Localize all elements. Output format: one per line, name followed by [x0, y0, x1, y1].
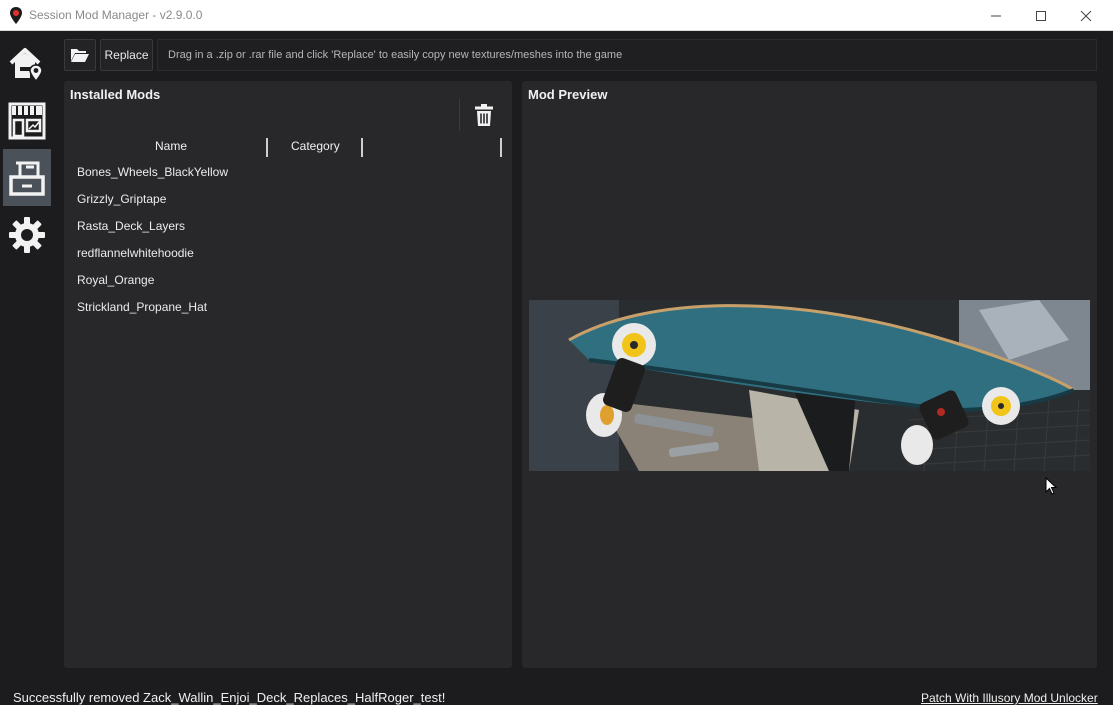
mod-list-item[interactable]: Grizzly_Griptape — [77, 192, 166, 206]
installed-mods-panel: Installed Mods Name Category Bones_Wheel… — [64, 81, 512, 668]
status-message: Successfully removed Zack_Wallin_Enjoi_D… — [13, 690, 446, 705]
mod-preview-panel: Mod Preview — [522, 81, 1097, 668]
close-icon — [1080, 10, 1092, 21]
maximize-button[interactable] — [1018, 0, 1064, 31]
open-folder-button[interactable] — [64, 39, 96, 71]
folder-open-icon — [71, 49, 89, 62]
mod-list-item[interactable]: Rasta_Deck_Layers — [77, 219, 185, 233]
close-button[interactable] — [1063, 0, 1109, 31]
mod-preview-title: Mod Preview — [528, 87, 608, 102]
mod-list-item[interactable]: Royal_Orange — [77, 273, 154, 287]
home-location-icon — [9, 47, 43, 82]
installed-mods-title: Installed Mods — [70, 87, 161, 102]
patch-mod-unlocker-link[interactable]: Patch With Illusory Mod Unlocker — [921, 691, 1098, 705]
maximize-icon — [1036, 10, 1046, 21]
nav-installed-mods[interactable] — [3, 149, 51, 206]
storefront-icon — [8, 102, 46, 139]
column-separator[interactable] — [266, 138, 268, 157]
title-bar: Session Mod Manager - v2.9.0.0 — [0, 0, 1113, 31]
column-separator[interactable] — [500, 138, 502, 157]
delete-mod-button[interactable] — [459, 99, 507, 131]
drawer-icon — [9, 161, 45, 196]
column-header-name[interactable]: Name — [155, 139, 187, 153]
skateboard-deck-preview-image — [529, 300, 1090, 471]
column-separator[interactable] — [361, 138, 363, 157]
mouse-cursor-icon — [1045, 477, 1057, 495]
nav-settings[interactable] — [3, 206, 51, 263]
gear-icon — [9, 216, 45, 253]
trash-icon — [474, 104, 493, 126]
mod-list-item[interactable]: redflannelwhitehoodie — [77, 246, 194, 260]
app-logo-icon — [10, 7, 22, 24]
nav-store[interactable] — [3, 92, 51, 149]
window-title: Session Mod Manager - v2.9.0.0 — [29, 8, 203, 22]
side-nav — [0, 31, 55, 683]
mod-list-item[interactable]: Bones_Wheels_BlackYellow — [77, 165, 228, 179]
mod-list-item[interactable]: Strickland_Propane_Hat — [77, 300, 207, 314]
minimize-icon — [991, 15, 1001, 16]
drop-hint-field[interactable]: Drag in a .zip or .rar file and click 'R… — [157, 39, 1097, 71]
replace-button[interactable]: Replace — [100, 39, 153, 71]
column-header-category[interactable]: Category — [291, 139, 340, 153]
nav-home[interactable] — [3, 35, 51, 92]
minimize-button[interactable] — [973, 0, 1019, 31]
